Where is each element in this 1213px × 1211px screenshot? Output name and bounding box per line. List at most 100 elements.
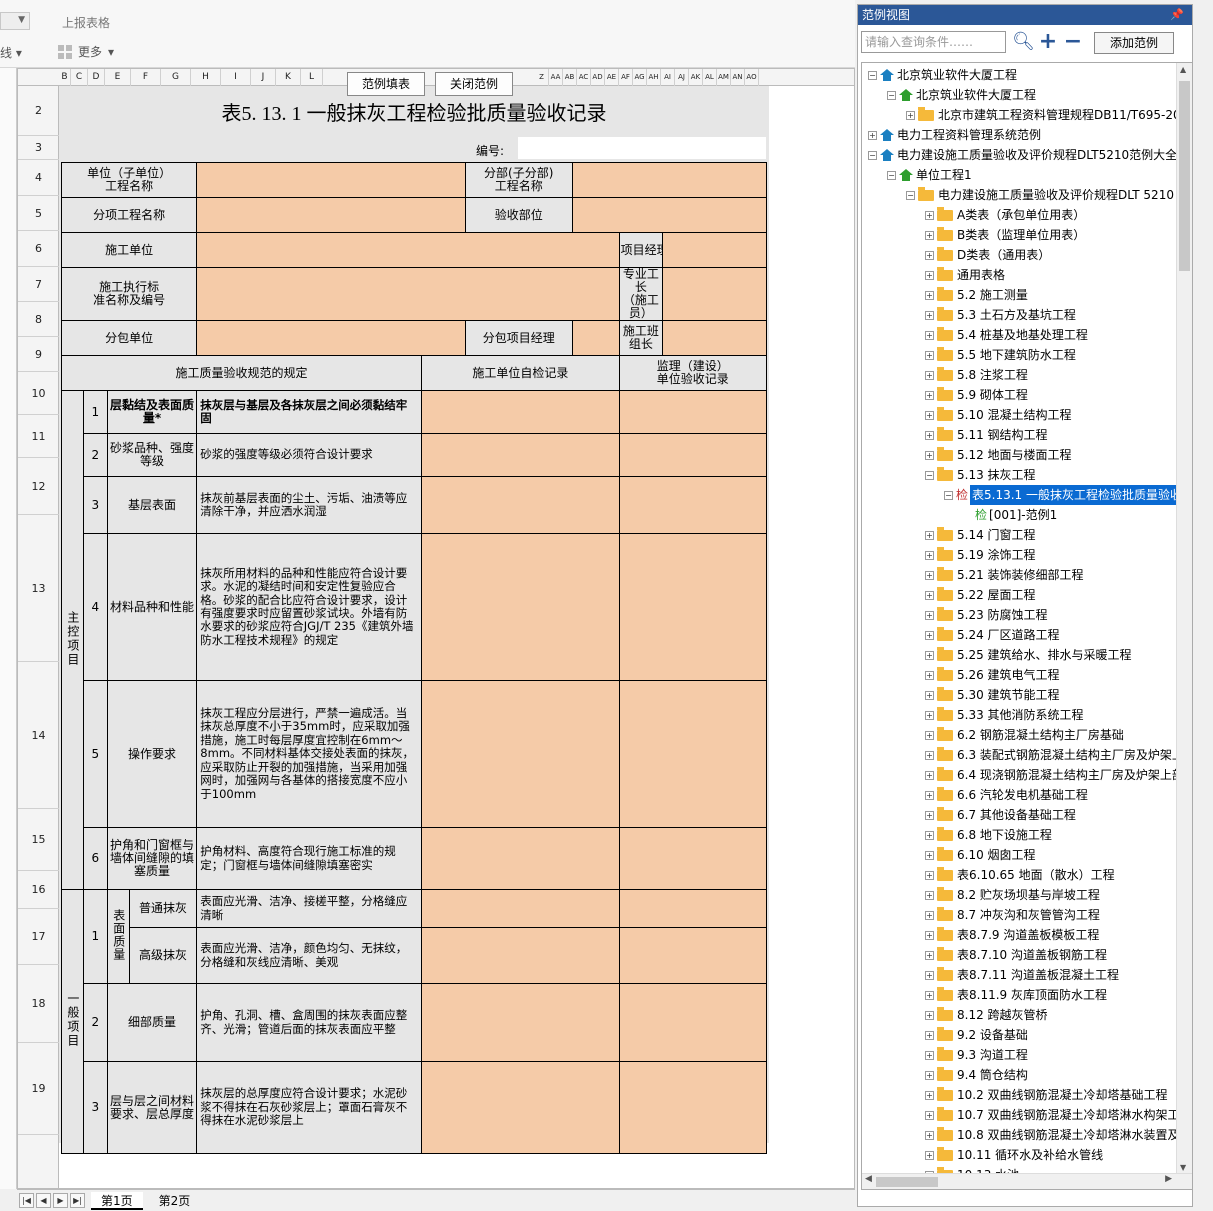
expand-icon[interactable]: + bbox=[925, 330, 934, 340]
tab-page-1[interactable]: 第1页 bbox=[91, 1191, 143, 1210]
column-letter[interactable]: I bbox=[221, 69, 251, 86]
column-letter[interactable]: J bbox=[251, 69, 276, 86]
column-letter[interactable]: E bbox=[105, 69, 131, 86]
expand-icon[interactable]: + bbox=[925, 1070, 934, 1080]
report-table-button[interactable]: 上报表格 bbox=[62, 14, 110, 31]
foreman-input[interactable] bbox=[662, 267, 767, 321]
tree-node[interactable]: +5.22 屋面工程 bbox=[925, 585, 1036, 605]
tree-node[interactable]: + 表8.7.11 沟道盖板混凝土工程 bbox=[925, 965, 1119, 985]
row-number[interactable]: 17 bbox=[18, 909, 59, 965]
tree-node[interactable]: +6.10 烟囱工程 bbox=[925, 845, 1036, 865]
subcontract-manager-input[interactable] bbox=[571, 320, 620, 356]
row-number[interactable]: 2 bbox=[18, 86, 59, 136]
column-letter[interactable]: AK bbox=[689, 69, 703, 86]
row-number[interactable]: 12 bbox=[18, 458, 59, 515]
expand-icon[interactable]: + bbox=[925, 550, 934, 560]
tree-node[interactable]: + A类表（承包单位用表） bbox=[925, 205, 1085, 225]
accept-part-input[interactable] bbox=[571, 197, 768, 233]
tree-node[interactable]: +5.21 装饰装修细部工程 bbox=[925, 565, 1084, 585]
expand-icon[interactable]: + bbox=[925, 610, 934, 620]
supervisor-input[interactable] bbox=[618, 827, 768, 890]
self-check-input[interactable] bbox=[421, 1061, 620, 1154]
column-letter[interactable]: AL bbox=[703, 69, 717, 86]
tab-page-2[interactable]: 第2页 bbox=[149, 1192, 201, 1210]
tree-node[interactable]: − 单位工程1 bbox=[887, 165, 972, 185]
supervisor-input[interactable] bbox=[618, 1061, 768, 1154]
column-letter[interactable]: AE bbox=[605, 69, 619, 86]
supervisor-input[interactable] bbox=[618, 390, 768, 434]
sub-item-input[interactable] bbox=[196, 197, 466, 233]
expand-icon[interactable]: + bbox=[925, 1050, 934, 1060]
tree-node[interactable]: 检 [001]-范例1 bbox=[963, 505, 1057, 525]
last-sheet-icon[interactable]: ▶| bbox=[70, 1193, 85, 1208]
row-number[interactable]: 14 bbox=[18, 662, 59, 809]
expand-icon[interactable]: + bbox=[925, 450, 934, 460]
collapse-icon[interactable]: − bbox=[887, 170, 896, 180]
row-number[interactable]: 16 bbox=[18, 871, 59, 909]
row-number[interactable]: 19 bbox=[18, 1043, 59, 1135]
self-check-input[interactable] bbox=[421, 889, 620, 928]
tree-node[interactable]: +8.7 冲灰沟和灰管管沟工程 bbox=[925, 905, 1100, 925]
tree-vertical-scrollbar[interactable]: ▲ ▼ bbox=[1176, 63, 1192, 1174]
expand-icon[interactable]: + bbox=[925, 1110, 934, 1120]
supervisor-input[interactable] bbox=[618, 476, 768, 534]
pin-icon[interactable]: 📌 bbox=[1170, 5, 1184, 25]
plus-icon[interactable]: + bbox=[1038, 31, 1058, 53]
tree-node[interactable]: +6.8 地下设施工程 bbox=[925, 825, 1052, 845]
column-letter[interactable]: D bbox=[88, 69, 105, 86]
tree-node[interactable]: +10.7 双曲线钢筋混凝土冷却塔淋水构架工 bbox=[925, 1105, 1177, 1125]
tree-node[interactable]: − 5.13 抹灰工程 bbox=[925, 465, 1036, 485]
column-letter[interactable]: AC bbox=[577, 69, 591, 86]
scroll-right-icon[interactable]: ▶ bbox=[1165, 1174, 1172, 1184]
row-number[interactable]: 7 bbox=[18, 267, 59, 302]
minus-icon[interactable]: − bbox=[1063, 31, 1083, 53]
self-check-input[interactable] bbox=[421, 476, 620, 534]
team-leader-input[interactable] bbox=[662, 320, 767, 356]
column-letter[interactable]: F bbox=[131, 69, 161, 86]
self-check-input[interactable] bbox=[421, 680, 620, 828]
supervisor-input[interactable] bbox=[618, 680, 768, 828]
scroll-down-icon[interactable]: ▼ bbox=[1180, 1163, 1186, 1172]
search-input[interactable]: 请输入查询条件…… bbox=[861, 31, 1006, 53]
row-number[interactable]: 15 bbox=[18, 809, 59, 871]
example-tree[interactable]: − 北京筑业软件大厦工程 − 北京筑业软件大厦工程 + 北京市建筑工程资料管理规程DB11… bbox=[861, 62, 1193, 1190]
expand-icon[interactable]: + bbox=[925, 870, 934, 880]
scroll-thumb[interactable] bbox=[1179, 81, 1190, 271]
column-letter[interactable]: H bbox=[191, 69, 221, 86]
tree-node[interactable]: − 检表5.13.1 一般抹灰工程检验批质量验收 bbox=[944, 485, 1177, 505]
scroll-thumb[interactable] bbox=[876, 1177, 938, 1187]
unit-project-input[interactable] bbox=[196, 162, 466, 198]
row-number[interactable]: 18 bbox=[18, 965, 59, 1043]
tree-node[interactable]: +6.7 其他设备基础工程 bbox=[925, 805, 1076, 825]
tree-node[interactable]: +8.12 跨越灰管桥 bbox=[925, 1005, 1048, 1025]
row-number[interactable]: 4 bbox=[18, 160, 59, 196]
supervisor-input[interactable] bbox=[618, 533, 768, 681]
expand-icon[interactable]: + bbox=[925, 650, 934, 660]
row-number[interactable]: 5 bbox=[18, 196, 59, 231]
column-letter[interactable]: AI bbox=[661, 69, 675, 86]
column-letter[interactable]: AJ bbox=[675, 69, 689, 86]
expand-icon[interactable]: + bbox=[925, 710, 934, 720]
row-number[interactable]: 13 bbox=[18, 515, 59, 662]
expand-icon[interactable]: + bbox=[925, 930, 934, 940]
expand-icon[interactable]: + bbox=[925, 290, 934, 300]
tree-node[interactable]: +5.4 桩基及地基处理工程 bbox=[925, 325, 1088, 345]
expand-icon[interactable]: + bbox=[925, 630, 934, 640]
tree-node[interactable]: +6.6 汽轮发电机基础工程 bbox=[925, 785, 1088, 805]
first-sheet-icon[interactable]: |◀ bbox=[19, 1193, 34, 1208]
expand-icon[interactable]: + bbox=[906, 110, 915, 120]
expand-icon[interactable]: + bbox=[925, 530, 934, 540]
expand-icon[interactable]: + bbox=[925, 830, 934, 840]
project-manager-input[interactable] bbox=[662, 232, 767, 268]
collapse-icon[interactable]: − bbox=[887, 90, 896, 100]
expand-icon[interactable]: + bbox=[925, 790, 934, 800]
close-example-button[interactable]: 关闭范例 bbox=[435, 72, 514, 96]
tree-node[interactable]: +5.3 土石方及基坑工程 bbox=[925, 305, 1076, 325]
tree-node[interactable]: +10.11 循环水及补给水管线 bbox=[925, 1145, 1103, 1165]
expand-icon[interactable]: + bbox=[868, 130, 877, 140]
supervisor-input[interactable] bbox=[618, 889, 768, 928]
expand-icon[interactable]: + bbox=[925, 410, 934, 420]
supervisor-input[interactable] bbox=[618, 927, 768, 984]
supervisor-input[interactable] bbox=[618, 983, 768, 1062]
self-check-input[interactable] bbox=[421, 533, 620, 681]
